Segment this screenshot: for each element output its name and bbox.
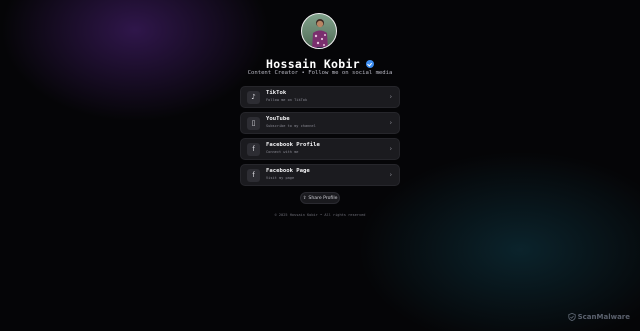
- link-title: Facebook Profile: [266, 142, 320, 149]
- profile-name: Hossain Kobir: [266, 57, 360, 71]
- youtube-icon: ▯: [247, 116, 260, 130]
- link-card-youtube[interactable]: ▯ YouTube Subscribe to my channel ›: [240, 112, 400, 134]
- chevron-right-icon: ›: [389, 171, 392, 179]
- link-title: YouTube: [266, 116, 290, 123]
- facebook-icon: f: [247, 142, 260, 156]
- link-card-facebook-page[interactable]: f Facebook Page Visit my page ›: [240, 164, 400, 186]
- scanmalware-logo-icon: [568, 313, 576, 321]
- share-icon: ⇪: [302, 195, 307, 201]
- chevron-right-icon: ›: [389, 119, 392, 127]
- link-title: TikTok: [266, 90, 287, 97]
- chevron-right-icon: ›: [389, 145, 392, 153]
- chevron-right-icon: ›: [389, 93, 392, 101]
- verified-badge-icon: [365, 60, 374, 68]
- link-subtitle: Visit my page: [266, 176, 295, 180]
- link-subtitle: Follow me on TikTok: [266, 98, 308, 102]
- profile-bio: Content Creator • Follow me on social me…: [247, 70, 393, 76]
- link-card-facebook-profile[interactable]: f Facebook Profile Connect with me ›: [240, 138, 400, 160]
- watermark: ScanMalware: [568, 313, 630, 321]
- link-card-tiktok[interactable]: ♪ TikTok Follow me on TikTok ›: [240, 86, 400, 108]
- link-title: Facebook Page: [266, 168, 310, 175]
- share-profile-button[interactable]: ⇪ Share Profile: [300, 192, 340, 204]
- link-subtitle: Subscribe to my channel: [266, 124, 316, 128]
- link-subtitle: Connect with me: [266, 150, 299, 154]
- name-row: Hossain Kobir: [0, 57, 640, 71]
- footer-copyright: © 2025 Hossain Kobir • All rights reserv…: [274, 213, 366, 217]
- tiktok-icon: ♪: [247, 90, 260, 104]
- facebook-icon: f: [247, 168, 260, 182]
- link-list: ♪ TikTok Follow me on TikTok › ▯ YouTube…: [240, 86, 400, 190]
- watermark-text: ScanMalware: [577, 313, 630, 321]
- share-label: Share Profile: [308, 195, 338, 201]
- avatar: [301, 13, 337, 49]
